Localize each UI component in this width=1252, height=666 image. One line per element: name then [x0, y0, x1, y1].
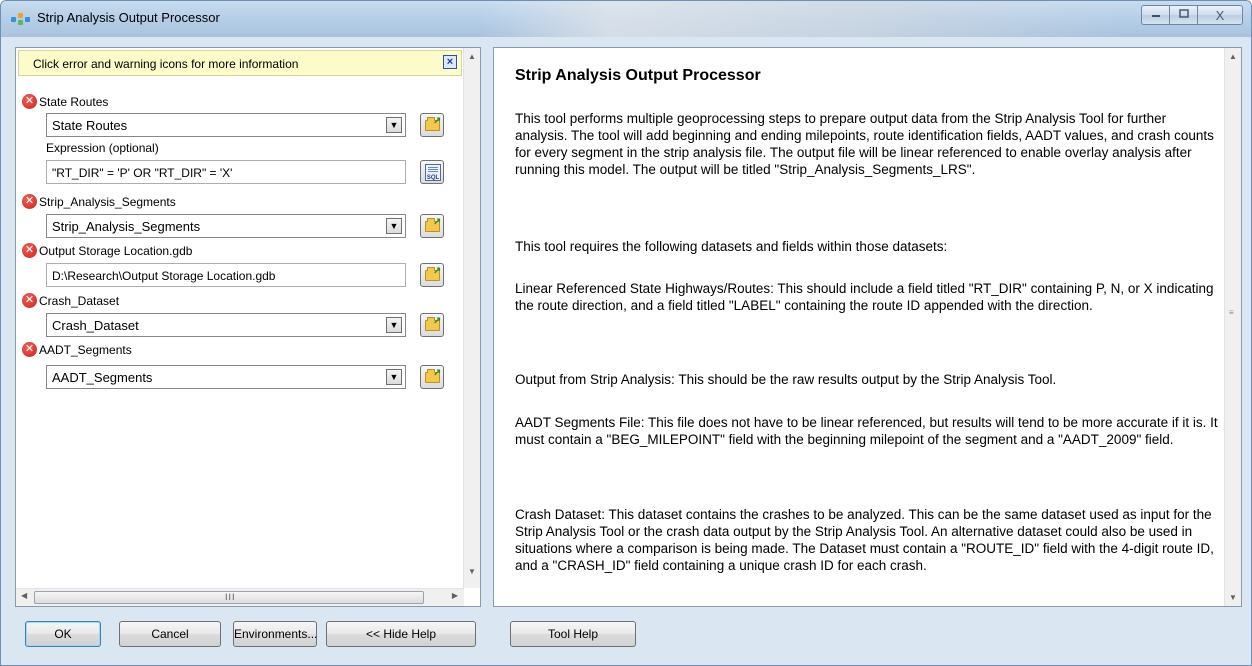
dropdown-arrow-icon[interactable]: ▼	[386, 218, 402, 234]
info-bar: Click error and warning icons for more i…	[18, 50, 462, 76]
sql-icon: SQL	[425, 164, 441, 181]
window-controls: X	[1141, 5, 1243, 25]
help-paragraph: This tool requires the following dataset…	[515, 239, 948, 254]
window-title: Strip Analysis Output Processor	[37, 10, 220, 25]
info-bar-message: Click error and warning icons for more i…	[33, 57, 299, 71]
scroll-down-icon[interactable]: ▼	[468, 567, 476, 576]
grip-icon: III	[225, 592, 236, 602]
aadt-segments-label: AADT_Segments	[39, 343, 132, 357]
expression-value: "RT_DIR" = 'P' OR "RT_DIR" = 'X'	[52, 166, 233, 180]
dropdown-arrow-icon[interactable]: ▼	[386, 117, 402, 133]
help-paragraph: This tool performs multiple geoprocessin…	[515, 111, 1214, 177]
strip-analysis-browse-button[interactable]: ↗	[420, 214, 444, 238]
strip-analysis-segments-value: Strip_Analysis_Segments	[52, 219, 201, 234]
error-icon[interactable]: ✕	[22, 342, 37, 357]
maximize-button[interactable]	[1169, 5, 1197, 25]
aadt-segments-browse-button[interactable]: ↗	[420, 365, 444, 389]
hide-help-button[interactable]: << Hide Help	[326, 621, 476, 647]
output-storage-label: Output Storage Location.gdb	[39, 244, 193, 258]
help-title: Strip Analysis Output Processor	[515, 67, 761, 84]
error-icon[interactable]: ✕	[22, 94, 37, 109]
error-icon[interactable]: ✕	[22, 293, 37, 308]
error-icon[interactable]: ✕	[22, 243, 37, 258]
aadt-segments-combo[interactable]: AADT_Segments ▼	[46, 365, 406, 389]
output-storage-browse-button[interactable]: ↗	[420, 263, 444, 287]
info-bar-close-icon[interactable]: ×	[443, 55, 457, 69]
folder-arrow-icon: ↗	[433, 266, 442, 277]
scrollbar-thumb[interactable]: III	[34, 591, 424, 604]
sql-builder-button[interactable]: SQL	[420, 160, 444, 184]
help-paragraph: Crash Dataset: This dataset contains the…	[515, 507, 1214, 573]
maximize-icon	[1178, 8, 1189, 22]
folder-arrow-icon: ↗	[433, 368, 442, 379]
help-paragraph: Output from Strip Analysis: This should …	[515, 372, 1057, 387]
state-routes-combo[interactable]: State Routes ▼	[46, 113, 406, 137]
scroll-down-icon[interactable]: ▼	[1229, 593, 1237, 602]
cancel-button[interactable]: Cancel	[119, 621, 221, 647]
crash-dataset-value: Crash_Dataset	[52, 318, 139, 333]
folder-arrow-icon: ↗	[433, 316, 442, 327]
scroll-right-icon[interactable]: ▶	[452, 591, 458, 600]
state-routes-value: State Routes	[52, 118, 128, 133]
title-bar: Strip Analysis Output Processor X	[1, 1, 1251, 37]
parameters-panel: Click error and warning icons for more i…	[15, 47, 481, 607]
minimize-icon	[1151, 9, 1161, 22]
crash-dataset-label: Crash_Dataset	[39, 294, 120, 308]
error-icon[interactable]: ✕	[22, 194, 37, 209]
crash-dataset-combo[interactable]: Crash_Dataset ▼	[46, 313, 406, 337]
output-storage-value: D:\Research\Output Storage Location.gdb	[52, 269, 276, 283]
dropdown-arrow-icon[interactable]: ▼	[386, 317, 402, 333]
help-paragraph: Linear Referenced State Highways/Routes:…	[515, 281, 1214, 313]
state-routes-label: State Routes	[39, 95, 109, 109]
strip-analysis-segments-combo[interactable]: Strip_Analysis_Segments ▼	[46, 214, 406, 238]
expression-input[interactable]: "RT_DIR" = 'P' OR "RT_DIR" = 'X'	[46, 160, 406, 184]
ok-button[interactable]: OK	[25, 621, 101, 647]
model-tool-icon	[11, 13, 31, 25]
grip-icon: ≡	[1229, 308, 1234, 317]
help-paragraph: AADT Segments File: This file does not h…	[515, 415, 1218, 447]
folder-arrow-icon: ↗	[433, 217, 442, 228]
tool-help-button[interactable]: Tool Help	[510, 621, 636, 647]
state-routes-browse-button[interactable]: ↗	[420, 113, 444, 137]
help-panel: Strip Analysis Output Processor This too…	[493, 47, 1242, 607]
close-icon: X	[1215, 7, 1225, 23]
environments-button[interactable]: Environments...	[233, 621, 317, 647]
crash-dataset-browse-button[interactable]: ↗	[420, 313, 444, 337]
strip-analysis-segments-label: Strip_Analysis_Segments	[39, 195, 176, 209]
aadt-segments-value: AADT_Segments	[52, 370, 153, 385]
dialog-window: Strip Analysis Output Processor X Click …	[0, 0, 1252, 666]
minimize-button[interactable]	[1141, 5, 1169, 25]
expression-label: Expression (optional)	[46, 141, 159, 155]
scroll-up-icon[interactable]: ▲	[468, 52, 476, 61]
close-button[interactable]: X	[1197, 5, 1243, 25]
scroll-up-icon[interactable]: ▲	[1229, 52, 1237, 61]
scroll-left-icon[interactable]: ◀	[21, 591, 27, 600]
vertical-scrollbar[interactable]: ▲ ▼	[463, 48, 480, 588]
output-storage-input[interactable]: D:\Research\Output Storage Location.gdb	[46, 263, 406, 287]
horizontal-scrollbar[interactable]: ◀ III ▶	[16, 588, 464, 606]
folder-arrow-icon: ↗	[433, 116, 442, 127]
help-vertical-scrollbar[interactable]: ▲ ≡ ▼	[1224, 48, 1241, 606]
dropdown-arrow-icon[interactable]: ▼	[386, 369, 402, 385]
